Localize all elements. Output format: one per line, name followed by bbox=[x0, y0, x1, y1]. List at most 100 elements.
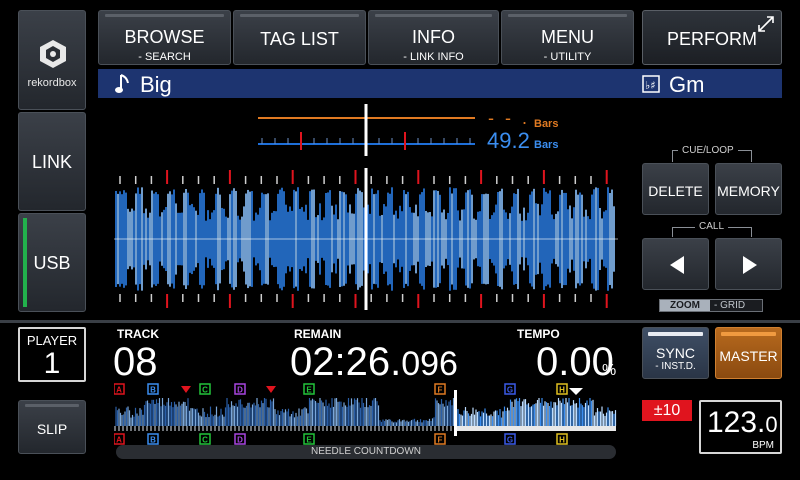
hot-cue-b-marker-top: B bbox=[147, 383, 159, 395]
played-bar-segment bbox=[358, 426, 360, 431]
tag-list-label: TAG LIST bbox=[260, 29, 339, 49]
played-bar-segment bbox=[274, 426, 276, 431]
played-bar-segment bbox=[154, 426, 156, 431]
played-bar-segment bbox=[190, 426, 192, 431]
played-bar-segment bbox=[266, 426, 268, 431]
memory-button[interactable]: MEMORY bbox=[715, 163, 782, 215]
played-bar-segment bbox=[442, 426, 444, 431]
played-bar-segment bbox=[198, 426, 200, 431]
played-bar-segment bbox=[170, 426, 172, 431]
link-button[interactable]: LINK bbox=[18, 112, 86, 211]
enlarged-waveform[interactable] bbox=[114, 168, 618, 310]
played-bar-segment bbox=[242, 426, 244, 431]
played-bar-segment bbox=[130, 426, 132, 431]
played-bar-segment bbox=[382, 426, 384, 431]
zoom-grid-indicator[interactable]: ZOOM - GRID bbox=[659, 299, 763, 312]
music-note-icon bbox=[115, 74, 129, 93]
hot-cue-letter: A bbox=[116, 436, 122, 445]
hot-cue-e-marker-top: E bbox=[303, 383, 315, 395]
menu-button[interactable]: MENU - UTILITY bbox=[501, 10, 634, 65]
played-bar-segment bbox=[218, 426, 220, 431]
played-bar-segment bbox=[334, 426, 336, 431]
played-bar-segment bbox=[318, 426, 320, 431]
hot-cue-f-marker-top: F bbox=[434, 383, 446, 395]
overview-waveform[interactable]: A B C D E F G H A B C D E F G H bbox=[114, 382, 618, 446]
played-bar-segment bbox=[122, 426, 124, 431]
played-bar-segment bbox=[210, 426, 212, 431]
played-bar-segment bbox=[134, 426, 136, 431]
memory-cue-marker bbox=[181, 386, 191, 393]
cue-loop-label: CUE/LOOP bbox=[678, 145, 738, 156]
played-bar-segment bbox=[238, 426, 240, 431]
played-bar-segment bbox=[158, 426, 160, 431]
bpm-value-decimal: 0 bbox=[765, 412, 778, 437]
hot-cue-letter: D bbox=[237, 386, 243, 395]
info-label: INFO bbox=[412, 27, 455, 47]
played-bar-segment bbox=[214, 426, 216, 431]
hot-cue-f-marker-bottom: F bbox=[434, 433, 446, 445]
tag-list-button[interactable]: TAG LIST bbox=[233, 10, 366, 65]
slip-button[interactable]: SLIP bbox=[18, 400, 86, 454]
memory-label: MEMORY bbox=[717, 183, 780, 199]
hot-cue-letter: G bbox=[507, 386, 513, 395]
phase-bottom-unit: Bars bbox=[534, 139, 559, 151]
perform-button[interactable]: PERFORM bbox=[642, 10, 782, 65]
remain-time-ms: 096 bbox=[401, 345, 458, 383]
played-bar-segment bbox=[374, 426, 376, 431]
needle-countdown-bar[interactable]: NEEDLE COUNTDOWN bbox=[116, 445, 616, 459]
played-bar-segment bbox=[290, 426, 292, 431]
call-label: CALL bbox=[695, 221, 729, 232]
svg-text:♭♯: ♭♯ bbox=[645, 79, 656, 92]
hot-cue-letter: F bbox=[438, 386, 443, 395]
search-sublabel: - SEARCH bbox=[138, 51, 191, 63]
played-bar-segment bbox=[234, 426, 236, 431]
hot-cue-h-marker-top: H bbox=[556, 383, 568, 395]
played-bar-segment bbox=[446, 426, 448, 431]
played-bar-segment bbox=[226, 426, 228, 431]
sync-label: SYNC bbox=[656, 345, 695, 361]
remain-label: REMAIN bbox=[294, 327, 342, 341]
hot-cue-letter: D bbox=[237, 436, 243, 445]
info-button[interactable]: INFO - LINK INFO bbox=[368, 10, 499, 65]
tempo-unit: % bbox=[602, 362, 617, 379]
played-bar-segment bbox=[342, 426, 344, 431]
player-label: PLAYER bbox=[26, 333, 78, 348]
played-bar-segment bbox=[326, 426, 328, 431]
hot-cue-b-marker-bottom: B bbox=[147, 433, 159, 445]
rekordbox-button[interactable]: rekordbox bbox=[18, 10, 86, 110]
link-info-sublabel: - LINK INFO bbox=[403, 51, 464, 63]
played-bar-segment bbox=[422, 426, 424, 431]
played-bar-segment bbox=[322, 426, 324, 431]
played-bar-segment bbox=[206, 426, 208, 431]
played-bar-segment bbox=[230, 426, 232, 431]
hot-cue-letter: C bbox=[202, 386, 208, 395]
track-title-bar: Big ♭♯ Gm bbox=[98, 69, 782, 98]
browse-button[interactable]: BROWSE - SEARCH bbox=[98, 10, 231, 65]
sync-button[interactable]: SYNC - INST.D. bbox=[642, 327, 709, 379]
track-number-label: TRACK bbox=[117, 327, 159, 341]
played-bar-segment bbox=[354, 426, 356, 431]
hot-cue-e-marker-bottom: E bbox=[303, 433, 315, 445]
link-label: LINK bbox=[31, 152, 73, 172]
played-bar-segment bbox=[310, 426, 312, 431]
remaining-bar bbox=[456, 426, 616, 431]
played-bar-segment bbox=[194, 426, 196, 431]
hot-cue-letter: C bbox=[202, 436, 208, 445]
call-next-button[interactable] bbox=[715, 238, 782, 290]
slip-label: SLIP bbox=[36, 421, 68, 437]
hot-cue-c-marker-bottom: C bbox=[199, 433, 211, 445]
master-button[interactable]: MASTER bbox=[715, 327, 782, 379]
section-divider bbox=[0, 320, 800, 323]
played-bar-segment bbox=[418, 426, 420, 431]
played-bar-segment bbox=[394, 426, 396, 431]
usb-button[interactable]: USB bbox=[18, 213, 86, 312]
played-bar-segment bbox=[178, 426, 180, 431]
hot-cue-g-marker-bottom: G bbox=[504, 433, 516, 445]
track-key: Gm bbox=[669, 72, 705, 97]
call-previous-button[interactable] bbox=[642, 238, 709, 290]
played-bar-segment bbox=[258, 426, 260, 431]
played-bar-segment bbox=[370, 426, 372, 431]
played-bar-segment bbox=[306, 426, 308, 431]
hot-cue-c-marker-top: C bbox=[199, 383, 211, 395]
delete-button[interactable]: DELETE bbox=[642, 163, 709, 215]
